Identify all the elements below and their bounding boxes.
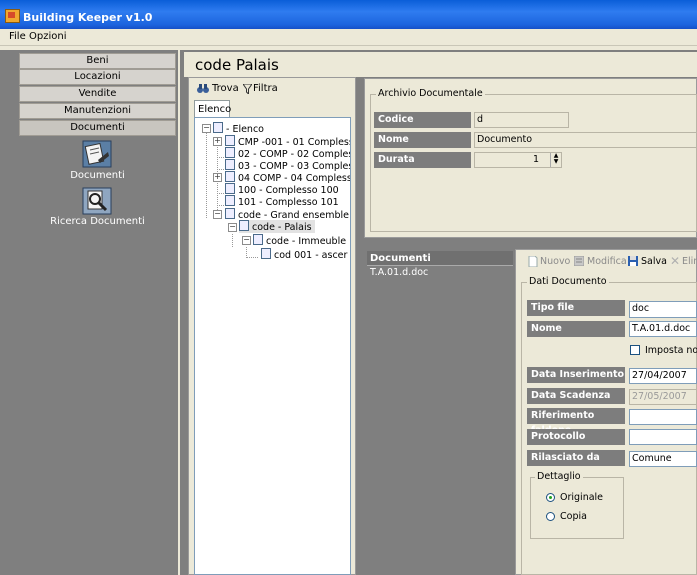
nav-locazioni[interactable]: Locazioni <box>19 69 176 85</box>
copia-radio[interactable] <box>546 512 555 521</box>
tree-connector <box>246 257 258 258</box>
nav-beni[interactable]: Beni <box>19 53 176 69</box>
copia-label: Copia <box>560 511 587 522</box>
tree-expand-toggle[interactable]: + <box>213 137 222 146</box>
tipo-file-select[interactable]: doc <box>629 301 697 318</box>
title-bar: Building Keeper v1.0 <box>0 0 697 29</box>
tree-node-elenco[interactable]: - Elenco <box>213 122 264 135</box>
spinner-arrows-icon[interactable]: ▲ ▼ <box>550 153 561 167</box>
filter-icon[interactable] <box>243 84 252 94</box>
data-inserimento-field[interactable]: 27/04/2007 <box>629 368 697 384</box>
document-node-icon <box>225 183 235 194</box>
document-node-icon <box>225 171 235 182</box>
tab-elenco[interactable]: Elenco <box>194 100 232 118</box>
tree-node[interactable]: 101 - Complesso 101 <box>225 195 339 208</box>
tree-node[interactable]: code - Immeuble <box>253 234 346 247</box>
tree-node[interactable]: cod 001 - ascer <box>261 248 347 261</box>
imposta-nome-label: Imposta nome <box>645 345 697 356</box>
tree-view: − - Elenco + CMP -001 - 01 Complesso 02 … <box>194 117 351 575</box>
durata-label: Durata <box>374 152 471 168</box>
documenti-list-header: Documenti <box>367 251 513 266</box>
document-node-icon <box>225 195 235 206</box>
elimina-button[interactable]: Elim <box>682 256 697 267</box>
modifica-button[interactable]: Modifica <box>587 256 627 267</box>
codice-label: Codice <box>374 112 471 128</box>
tree-collapse-toggle[interactable]: − <box>242 236 251 245</box>
dettaglio-legend: Dettaglio <box>535 471 583 482</box>
nome-field[interactable]: Documento <box>474 132 697 148</box>
document-node-icon <box>239 220 249 231</box>
nav-documenti[interactable]: Documenti <box>19 120 176 136</box>
document-node-icon <box>253 234 263 245</box>
dettaglio-group <box>530 477 624 539</box>
tree-connector <box>232 234 233 247</box>
tree-collapse-toggle[interactable]: − <box>213 210 222 219</box>
protocollo-label: Protocollo <box>527 429 625 445</box>
page-header: code Palais <box>184 52 697 77</box>
menu-opzioni[interactable]: Opzioni <box>29 31 66 42</box>
data-inserimento-label: Data Inserimento <box>527 367 625 383</box>
dati-nome-field[interactable]: T.A.01.d.doc <box>629 321 697 337</box>
nav-manutenzioni[interactable]: Manutenzioni <box>19 103 176 119</box>
search-documents-icon[interactable] <box>82 187 112 215</box>
tab-elenco-label: Elenco <box>198 104 232 115</box>
durata-spinner[interactable]: 1 <box>474 152 562 168</box>
nav-documenti-label[interactable]: Documenti <box>60 170 135 181</box>
document-node-icon <box>225 208 235 219</box>
tree-collapse-toggle[interactable]: − <box>228 223 237 232</box>
data-scadenza-label: Data Scadenza <box>527 388 625 404</box>
edit-icon[interactable] <box>574 256 584 266</box>
rilasciato-da-field[interactable]: Comune <box>629 451 697 467</box>
delete-icon[interactable]: ✕ <box>670 254 680 268</box>
riferimento-faldone-label: Riferimento faldone <box>527 408 625 436</box>
tree-expand-toggle[interactable]: + <box>213 173 222 182</box>
menu-file[interactable]: File <box>9 31 26 42</box>
tree-collapse-toggle[interactable]: − <box>202 124 211 133</box>
nav-ricerca-label[interactable]: Ricerca Documenti <box>50 216 145 227</box>
nome-label: Nome <box>374 132 471 148</box>
save-icon[interactable] <box>628 256 638 266</box>
dati-legend: Dati Documento <box>527 276 609 287</box>
document-node-icon <box>225 135 235 146</box>
document-node-icon <box>225 147 235 158</box>
new-document-icon[interactable] <box>528 256 538 267</box>
document-node-icon <box>213 122 223 133</box>
list-item[interactable]: T.A.01.d.doc <box>367 266 513 280</box>
app-icon <box>5 9 20 23</box>
protocollo-field[interactable] <box>629 429 697 445</box>
tree-connector <box>206 130 207 218</box>
nav-vendite[interactable]: Vendite <box>19 86 176 102</box>
salva-button[interactable]: Salva <box>641 256 667 267</box>
documents-icon[interactable] <box>82 140 112 168</box>
trova-button[interactable]: Trova <box>212 83 239 94</box>
data-scadenza-field[interactable]: 27/05/2007 <box>629 389 697 405</box>
document-node-icon <box>225 159 235 170</box>
archivio-legend: Archivio Documentale <box>376 88 485 99</box>
page-title: code Palais <box>195 56 279 74</box>
tree-node-selected[interactable]: code - Palais <box>239 220 315 233</box>
dati-nome-label: Nome <box>527 321 625 337</box>
codice-field[interactable]: d <box>474 112 569 128</box>
binoculars-icon[interactable] <box>197 83 209 94</box>
tipo-file-label: Tipo file <box>527 300 625 316</box>
filtra-button[interactable]: Filtra <box>253 83 278 94</box>
riferimento-faldone-field[interactable] <box>629 409 697 425</box>
menu-bar: File Opzioni <box>0 29 697 46</box>
document-node-icon <box>261 248 271 259</box>
originale-radio[interactable] <box>546 493 555 502</box>
originale-label: Originale <box>560 492 604 503</box>
documenti-list <box>367 250 513 575</box>
rilasciato-da-label: Rilasciato da <box>527 450 625 466</box>
imposta-nome-checkbox[interactable] <box>630 345 640 355</box>
nuovo-button[interactable]: Nuovo <box>540 256 570 267</box>
window-title: Building Keeper v1.0 <box>23 11 153 24</box>
